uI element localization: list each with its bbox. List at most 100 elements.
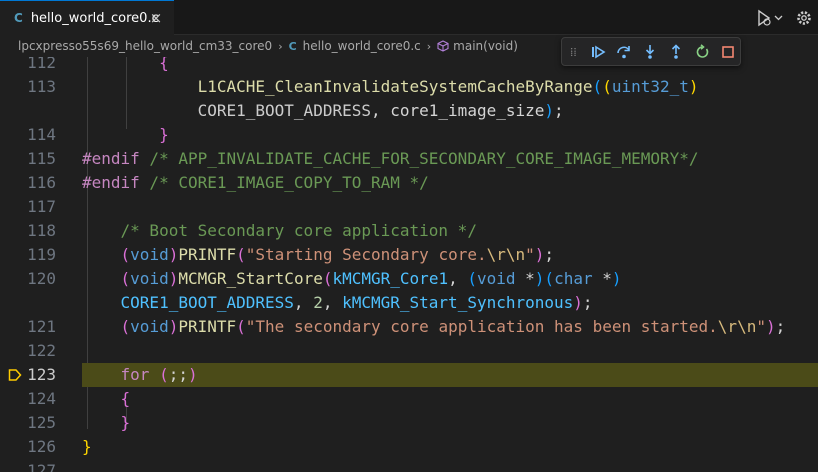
code-token: , <box>322 293 343 312</box>
code-line[interactable]: 122 <box>0 339 818 363</box>
code-token: #endif <box>82 149 140 168</box>
code-token: } <box>82 125 169 144</box>
stop-icon[interactable] <box>718 42 738 62</box>
code-line[interactable]: 113 L1CACHE_CleanInvalidateSystemCacheBy… <box>0 75 818 99</box>
code-text: CORE1_BOOT_ADDRESS, core1_image_size); <box>82 99 564 123</box>
code-line[interactable]: 120 (void)MCMGR_StartCore(kMCMGR_Core1, … <box>0 267 818 291</box>
code-token: void <box>476 269 516 288</box>
code-line[interactable]: 114 } <box>0 123 818 147</box>
code-line[interactable]: 117 <box>0 195 818 219</box>
code-token: uint32_t <box>611 77 689 96</box>
code-editor[interactable]: 112 {113 L1CACHE_CleanInvalidateSystemCa… <box>0 57 818 472</box>
code-line[interactable]: 123 for (;;) <box>0 363 818 387</box>
code-text: } <box>82 123 169 147</box>
code-token: ( <box>159 365 169 384</box>
code-token: CORE1_BOOT_ADDRESS <box>82 293 294 312</box>
breadcrumb-file-label: hello_world_core0.c <box>302 39 421 53</box>
code-token: 2 <box>313 293 323 312</box>
code-token: CORE1_BOOT_ADDRESS <box>82 101 371 120</box>
code-line[interactable]: 125 } <box>0 411 818 435</box>
code-text: (void)MCMGR_StartCore(kMCMGR_Core1, (voi… <box>82 267 622 291</box>
code-token: ) <box>573 293 583 312</box>
breadcrumb-symbol[interactable]: main(void) <box>437 39 518 53</box>
step-into-icon[interactable] <box>640 42 660 62</box>
code-text: /* Boot Secondary core application */ <box>82 219 477 243</box>
code-token: * <box>515 269 535 288</box>
code-token: ) <box>688 77 699 96</box>
code-token: kMCMGR_Core1 <box>332 269 449 288</box>
code-line[interactable]: 124 { <box>0 387 818 411</box>
line-number: 118 <box>27 221 56 240</box>
code-token: "Starting Secondary core. <box>245 245 487 264</box>
restart-icon[interactable] <box>692 42 712 62</box>
code-token: ( <box>82 245 131 264</box>
code-text: CORE1_BOOT_ADDRESS, 2, kMCMGR_Start_Sync… <box>82 291 593 315</box>
code-line[interactable]: 118 /* Boot Secondary core application *… <box>0 219 818 243</box>
code-token: ) <box>187 365 198 384</box>
code-text: } <box>82 435 92 459</box>
code-token: MCMGR_StartCore <box>178 269 323 288</box>
line-number: 117 <box>27 197 56 216</box>
code-token: " <box>525 245 535 264</box>
code-line[interactable]: 116 #endif /* CORE1_IMAGE_COPY_TO_RAM */ <box>0 171 818 195</box>
code-token: #endif <box>82 173 140 192</box>
code-token: ) <box>765 317 776 336</box>
code-token: /* APP_INVALIDATE_CACHE_FOR_SECONDARY_CO… <box>139 149 699 168</box>
code-token: ) <box>168 269 179 288</box>
code-token: \r\n <box>486 245 526 264</box>
code-line[interactable]: 121 (void)PRINTF("The secondary core app… <box>0 315 818 339</box>
code-token: { <box>82 57 169 72</box>
code-token: ( <box>236 245 246 264</box>
tab-hello-world-core0[interactable]: C hello_world_core0.c × <box>0 0 174 35</box>
code-line[interactable]: CORE1_BOOT_ADDRESS, 2, kMCMGR_Start_Sync… <box>0 291 818 315</box>
tab-title: hello_world_core0.c <box>30 10 159 26</box>
code-text: L1CACHE_CleanInvalidateSystemCacheByRang… <box>82 75 699 99</box>
code-text: for (;;) <box>82 363 198 387</box>
code-token: ( <box>602 77 612 96</box>
code-token: /* Boot Secondary core application */ <box>82 221 477 240</box>
continue-icon[interactable] <box>588 42 608 62</box>
code-token: L1CACHE_CleanInvalidateSystemCacheByRang… <box>82 77 593 96</box>
code-line[interactable]: 126} <box>0 435 818 459</box>
step-out-icon[interactable] <box>666 42 686 62</box>
code-token: ) <box>534 269 545 288</box>
close-icon[interactable]: × <box>148 10 164 26</box>
code-line[interactable]: CORE1_BOOT_ADDRESS, core1_image_size); <box>0 99 818 123</box>
code-text: (void)PRINTF("The secondary core applica… <box>82 315 786 339</box>
code-text: #endif /* CORE1_IMAGE_COPY_TO_RAM */ <box>82 171 429 195</box>
code-line[interactable]: 115 #endif /* APP_INVALIDATE_CACHE_FOR_SE… <box>0 147 818 171</box>
code-token: ( <box>82 317 131 336</box>
line-number: 113 <box>27 77 56 96</box>
step-over-icon[interactable] <box>614 42 634 62</box>
gear-icon[interactable] <box>794 8 814 28</box>
code-token: ; <box>544 245 555 264</box>
code-token: ( <box>82 269 131 288</box>
code-token: { <box>82 389 131 408</box>
code-text: (void)PRINTF("Starting Secondary core.\r… <box>82 243 555 267</box>
code-token: ) <box>168 317 179 336</box>
drag-handle-icon[interactable]: ⁞⁞ <box>570 46 582 58</box>
line-number: 125 <box>27 413 56 432</box>
code-line[interactable]: 127 <box>0 459 818 472</box>
code-token: ) <box>611 269 622 288</box>
line-number: 112 <box>27 57 56 72</box>
code-token: , core1_image_size <box>370 101 545 120</box>
code-token: ( <box>467 269 477 288</box>
code-token: void <box>130 245 169 264</box>
chevron-right-icon: › <box>278 39 283 53</box>
code-line[interactable]: 119 (void)PRINTF("Starting Secondary cor… <box>0 243 818 267</box>
code-token: ( <box>236 317 246 336</box>
code-token: "The secondary core application has been… <box>245 317 718 336</box>
code-token: ( <box>592 77 603 96</box>
line-number: 122 <box>27 341 56 360</box>
line-number: 121 <box>27 317 56 336</box>
line-number: 123 <box>27 365 56 384</box>
breadcrumb-file[interactable]: C hello_world_core0.c <box>289 39 421 53</box>
breadcrumb-symbol-label: main(void) <box>453 39 518 53</box>
breadcrumb-project[interactable]: lpcxpresso55s69_hello_world_cm33_core0 <box>18 39 272 53</box>
code-token: char <box>554 269 593 288</box>
code-token: ( <box>544 269 555 288</box>
run-debug-icon[interactable] <box>756 8 784 28</box>
method-icon <box>437 40 449 52</box>
